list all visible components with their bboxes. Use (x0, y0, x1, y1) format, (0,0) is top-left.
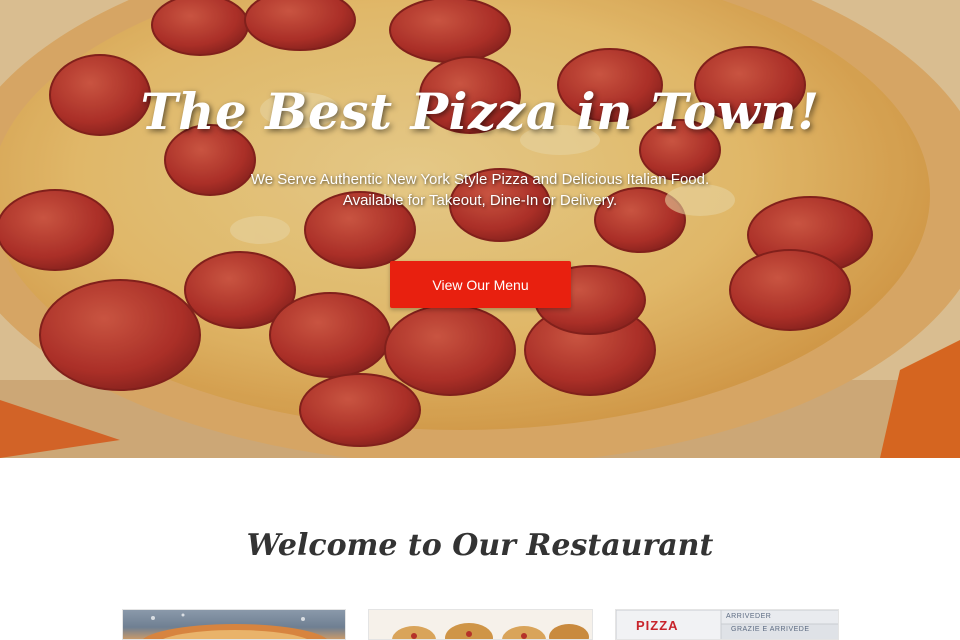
pizza-rolls-image (392, 623, 589, 639)
card-pizza-rolls-photo[interactable] (368, 609, 593, 640)
hero-subtitle-line-2: Available for Takeout, Dine-In or Delive… (342, 192, 618, 209)
box-text-top: ARRIVEDER (726, 613, 772, 620)
hero-subtitle: We Serve Authentic New York Style Pizza … (0, 169, 960, 211)
box-text-bottom: GRAZIE E ARRIVEDE (731, 626, 810, 633)
box-pizza-label: PIZZA (636, 618, 679, 633)
hero-title: The Best Pizza in Town! (140, 82, 820, 141)
card-pizza-boxes-photo[interactable]: PIZZA ARRIVEDER GRAZIE E ARRIVEDE (615, 609, 839, 640)
view-menu-button[interactable]: View Our Menu (390, 261, 571, 308)
welcome-heading: Welcome to Our Restaurant (246, 528, 714, 563)
hero-overlay (0, 0, 960, 458)
hero-subtitle-line-1: We Serve Authentic New York Style Pizza … (250, 171, 710, 188)
card-pizza-photo[interactable] (122, 609, 346, 640)
hero-section: The Best Pizza in Town! We Serve Authent… (0, 0, 960, 458)
pizza-photo-image (143, 613, 327, 639)
